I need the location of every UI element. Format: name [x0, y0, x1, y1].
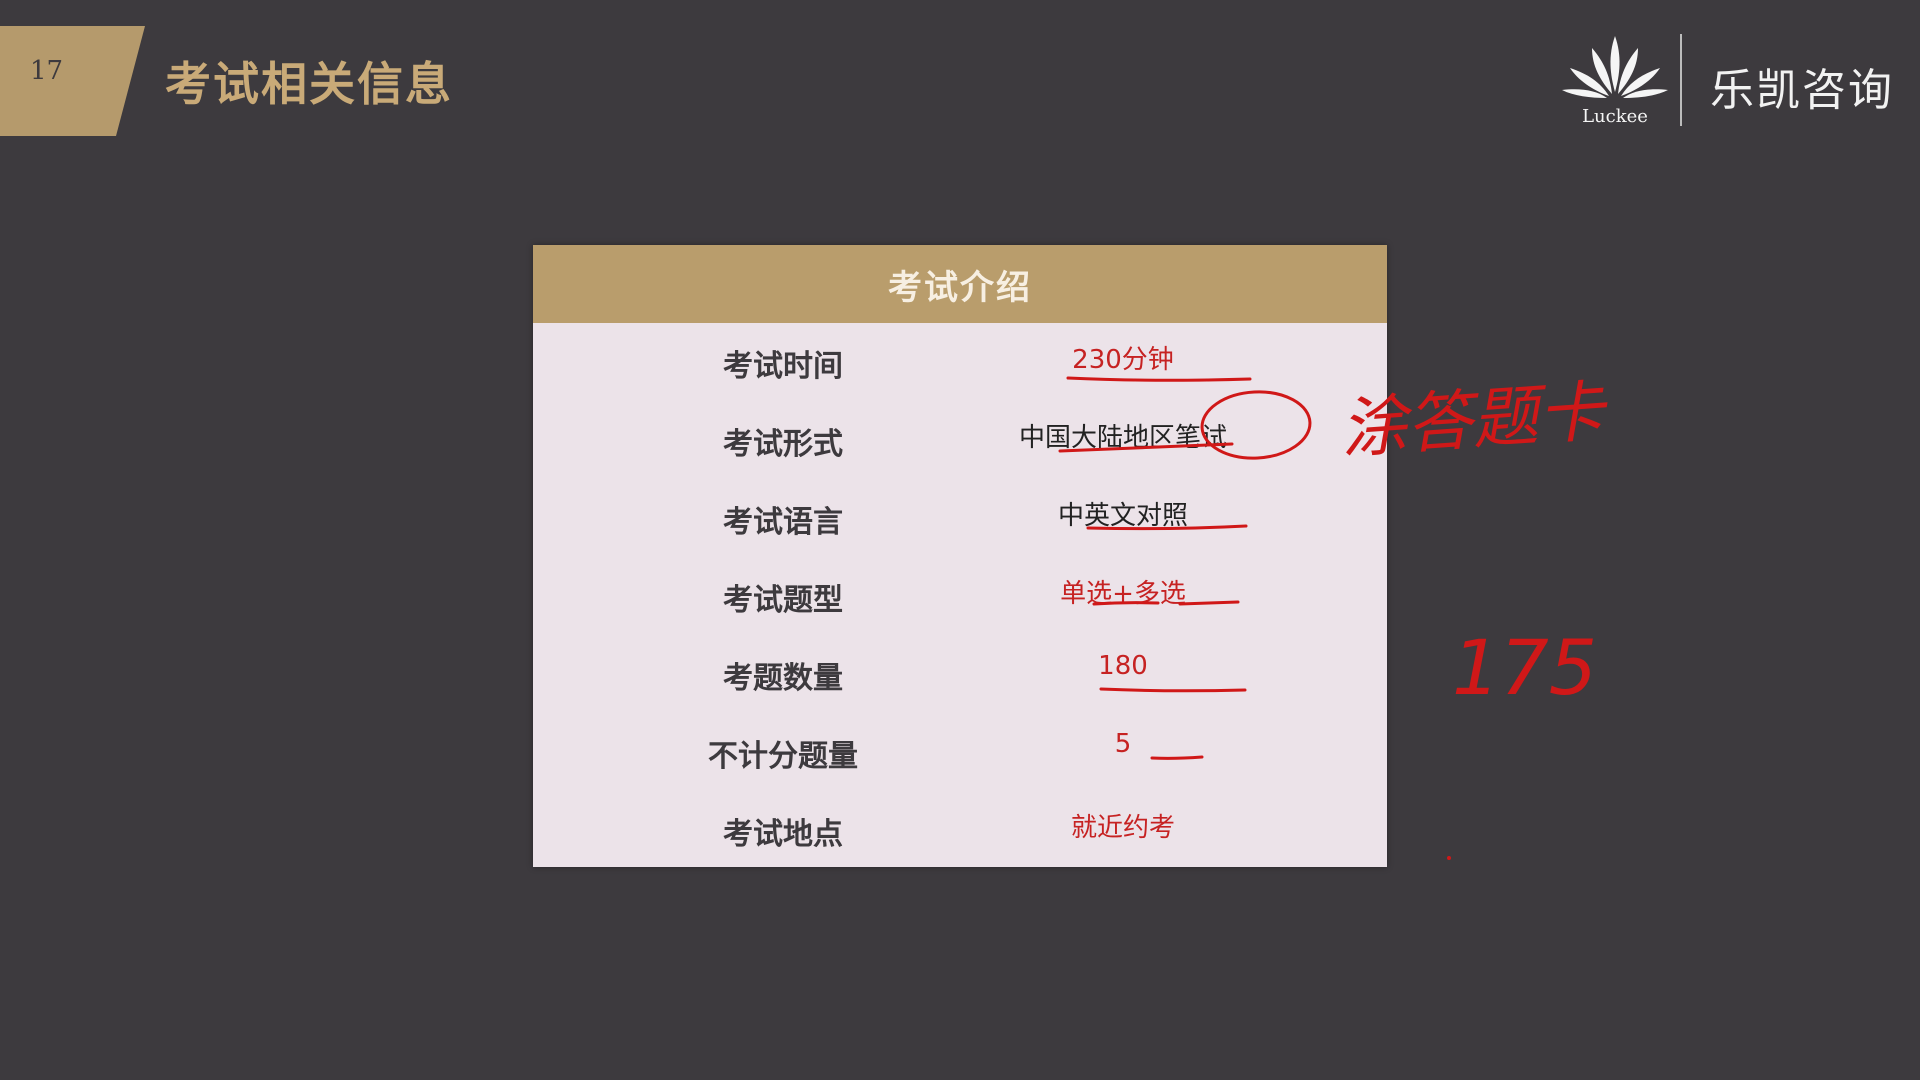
table-body: 考试时间 230分钟 考试形式 中国大陆地区笔试 考试语言 中英文对照 考试题型… — [533, 323, 1387, 867]
row-label: 考试语言 — [723, 505, 843, 540]
table-row: 考试时间 230分钟 — [533, 323, 1387, 401]
row-value: 230分钟 — [1072, 345, 1174, 375]
table-row: 考试题型 单选+多选 — [533, 557, 1387, 635]
table-row: 考试地点 就近约考 — [533, 791, 1387, 869]
table-row: 考试语言 中英文对照 — [533, 479, 1387, 557]
company-name: 乐凯咨询 — [1710, 65, 1894, 116]
table-title: 考试介绍 — [888, 267, 1032, 308]
row-label: 考试地点 — [723, 817, 843, 852]
row-value: 中英文对照 — [1057, 501, 1188, 531]
row-value: 单选+多选 — [1060, 579, 1186, 609]
row-label: 考试题型 — [723, 583, 843, 618]
svg-text:Luckee: Luckee — [1582, 106, 1648, 126]
ink-dot — [1447, 856, 1451, 860]
logo-divider — [1680, 34, 1682, 126]
row-label: 不计分题量 — [708, 739, 858, 774]
table-row: 考试形式 中国大陆地区笔试 — [533, 401, 1387, 479]
row-label: 考题数量 — [723, 661, 843, 696]
page-title: 考试相关信息 — [165, 57, 453, 111]
page-number-badge — [0, 26, 145, 136]
row-value: 180 — [1098, 651, 1148, 681]
row-value: 中国大陆地区笔试 — [1018, 423, 1227, 453]
exam-info-table: 考试介绍 考试时间 230分钟 考试形式 中国大陆地区笔试 考试语言 中英文对照… — [533, 245, 1387, 867]
table-row: 不计分题量 5 — [533, 713, 1387, 791]
handwritten-note-count: 175 — [1452, 623, 1597, 712]
row-value: 就近约考 — [1070, 813, 1175, 843]
luckee-logo-icon: Luckee — [1562, 36, 1668, 126]
page-number: 17 — [30, 56, 64, 86]
row-label: 考试时间 — [723, 349, 843, 384]
row-value: 5 — [1114, 729, 1132, 759]
table-row: 考题数量 180 — [533, 635, 1387, 713]
row-label: 考试形式 — [723, 427, 843, 462]
slide: 17 考试相关信息 Luckee 乐凯咨询 考试介绍 考试时间 230分钟 考试… — [0, 0, 1920, 1080]
table-header: 考试介绍 — [533, 245, 1387, 323]
